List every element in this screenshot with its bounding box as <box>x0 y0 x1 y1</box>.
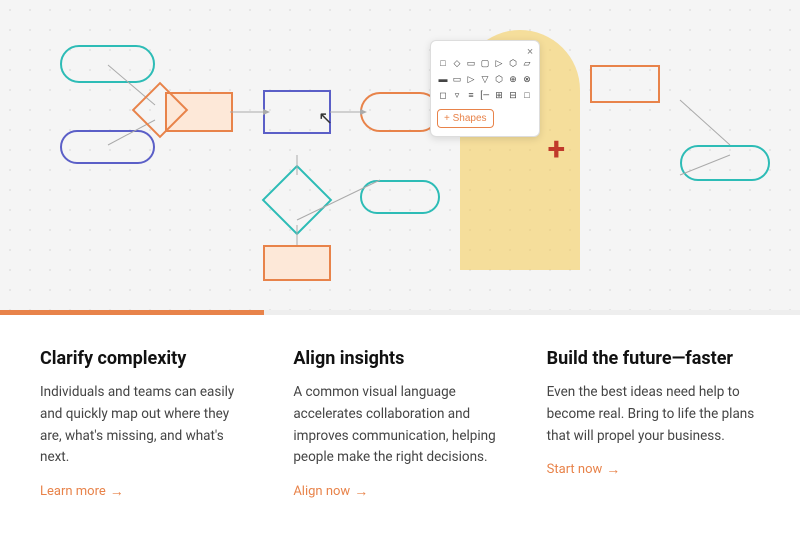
shapes-add-button[interactable]: + Shapes <box>437 109 494 128</box>
diagram-svg <box>0 0 800 310</box>
content-section: Clarify complexity Individuals and teams… <box>0 315 800 540</box>
shape-icon: ▱ <box>521 57 533 71</box>
mouse-cursor: ↖ <box>318 108 333 129</box>
shape-icon: ≡ <box>465 89 477 103</box>
heading-build: Build the future—faster <box>547 347 760 370</box>
shape-icon: ▭ <box>465 57 477 71</box>
shape-icon: ⊗ <box>521 73 533 87</box>
link-clarify[interactable]: Learn more <box>40 483 253 500</box>
column-align: Align insights A common visual language … <box>293 347 506 500</box>
body-build: Even the best ideas need help to become … <box>547 382 760 447</box>
shape-icon: □ <box>437 57 449 71</box>
link-align[interactable]: Align now <box>293 483 506 500</box>
diagram-section: ↖ × □ ◇ ▭ ▢ ▷ ⬡ ▱ ▬ ▭ ▷ ▽ ⬡ ⊕ ⊗ ◻ ▿ ≡ [—… <box>0 0 800 310</box>
shape-icon: ◇ <box>451 57 463 71</box>
shapes-grid: □ ◇ ▭ ▢ ▷ ⬡ ▱ ▬ ▭ ▷ ▽ ⬡ ⊕ ⊗ ◻ ▿ ≡ [— ⊞ ⊟… <box>437 57 533 103</box>
progress-fill <box>0 310 264 315</box>
shape-icon: ▭ <box>451 73 463 87</box>
progress-bar <box>0 310 800 315</box>
link-build[interactable]: Start now <box>547 461 760 478</box>
shape-icon: ▷ <box>493 57 505 71</box>
column-build: Build the future—faster Even the best id… <box>547 347 760 500</box>
body-align: A common visual language accelerates col… <box>293 382 506 468</box>
column-clarify: Clarify complexity Individuals and teams… <box>40 347 253 500</box>
shape-icon: ⊕ <box>507 73 519 87</box>
shape-icon: ⬡ <box>507 57 519 71</box>
shape-icon: □ <box>521 89 533 103</box>
shape-icon: ⊟ <box>507 89 519 103</box>
shape-icon: ▷ <box>465 73 477 87</box>
shapes-panel: × □ ◇ ▭ ▢ ▷ ⬡ ▱ ▬ ▭ ▷ ▽ ⬡ ⊕ ⊗ ◻ ▿ ≡ [— ⊞… <box>430 40 540 137</box>
heading-clarify: Clarify complexity <box>40 347 253 370</box>
shape-icon: ▿ <box>451 89 463 103</box>
shapes-add-label: + Shapes <box>444 113 487 124</box>
shape-icon: ⬡ <box>493 73 505 87</box>
shape-icon: [— <box>479 89 491 103</box>
body-clarify: Individuals and teams can easily and qui… <box>40 382 253 468</box>
panel-close-button[interactable]: × <box>527 45 533 58</box>
heading-align: Align insights <box>293 347 506 370</box>
shape-icon: ▬ <box>437 73 449 87</box>
shape-icon: ◻ <box>437 89 449 103</box>
red-plus-icon: + <box>548 130 565 168</box>
shape-icon: ⊞ <box>493 89 505 103</box>
shape-icon: ▢ <box>479 57 491 71</box>
shape-icon: ▽ <box>479 73 491 87</box>
